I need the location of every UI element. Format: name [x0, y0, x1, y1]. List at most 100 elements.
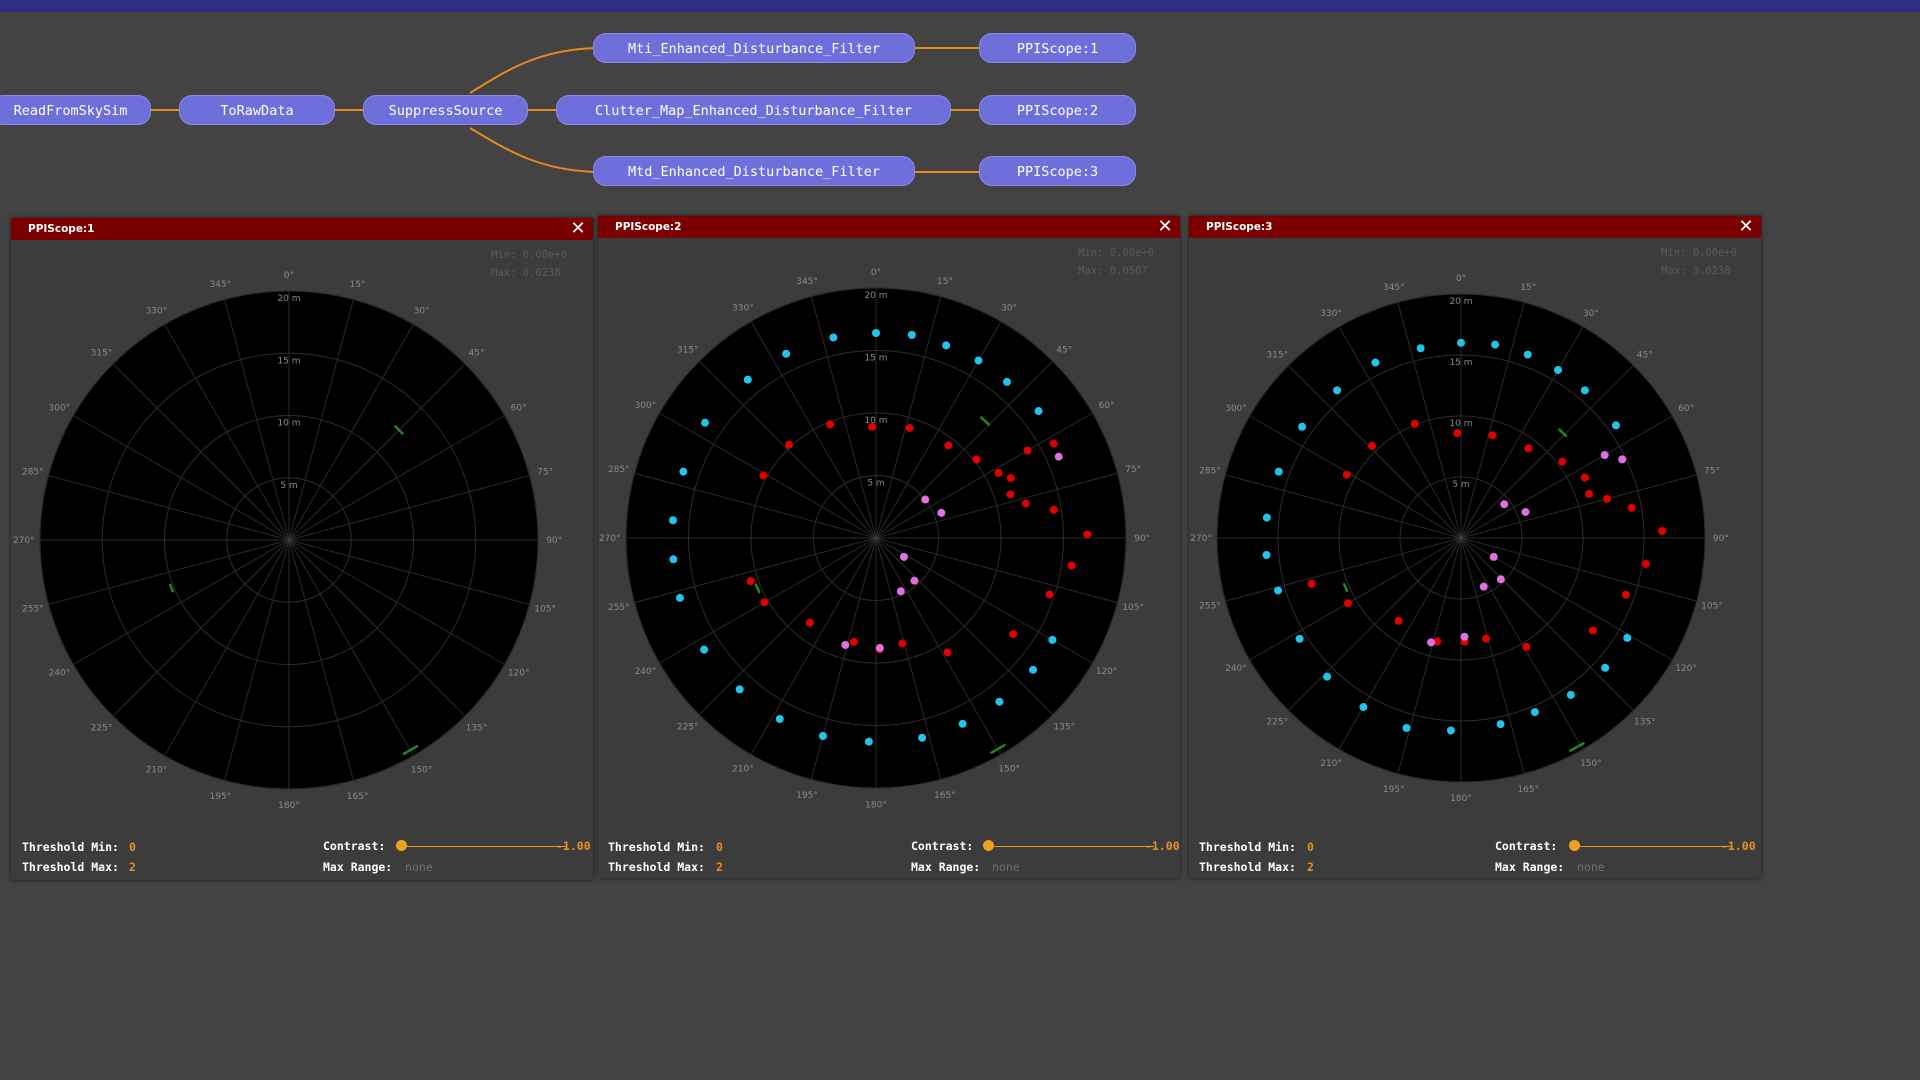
target-cyan	[1359, 703, 1368, 712]
threshold-min-value[interactable]: 0	[1307, 840, 1314, 854]
target-red	[1006, 474, 1015, 483]
target-cyan	[735, 685, 744, 694]
target-cyan	[942, 341, 951, 350]
azimuth-label: 285°	[22, 467, 44, 477]
contrast-slider-handle[interactable]	[983, 840, 994, 851]
max-range-value[interactable]: none	[992, 860, 1020, 874]
target-cyan	[1323, 672, 1332, 681]
target-red	[1343, 599, 1352, 608]
target-red	[1049, 439, 1058, 448]
target-magenta	[1500, 500, 1509, 509]
ppi-radar-display[interactable]: 5 m 10 m 15 m 20 m 0° 15° 30° 45° 60° 75° 90° 105° 1…	[11, 218, 593, 880]
node-to-raw-data[interactable]: ToRawData	[179, 95, 335, 125]
threshold-max-label: Threshold Max:	[608, 860, 705, 874]
target-cyan	[1416, 344, 1425, 353]
target-red	[1641, 559, 1650, 568]
range-label: 5 m	[867, 479, 884, 489]
ppi-radar-display[interactable]: 5 m 10 m 15 m 20 m 0° 15° 30° 45° 60° 75° 90° 105° 1…	[598, 216, 1180, 878]
azimuth-label: 0°	[284, 271, 294, 281]
target-red	[1049, 505, 1058, 514]
target-red	[785, 440, 794, 449]
threshold-max-value[interactable]: 2	[1307, 860, 1314, 874]
range-label: 20 m	[1449, 297, 1472, 307]
azimuth-label: 105°	[534, 605, 556, 615]
contrast-slider-handle[interactable]	[396, 840, 407, 851]
azimuth-label: 240°	[635, 667, 657, 677]
azimuth-label: 225°	[91, 724, 113, 734]
node-clutter-map-filter[interactable]: Clutter_Map_Enhanced_Disturbance_Filter	[556, 95, 951, 125]
target-cyan	[1580, 386, 1589, 395]
threshold-min-value[interactable]: 0	[129, 840, 136, 854]
azimuth-label: 345°	[1383, 283, 1405, 293]
target-magenta	[1600, 451, 1609, 460]
target-cyan	[958, 719, 967, 728]
azimuth-label: 15°	[1520, 283, 1536, 293]
azimuth-label: 30°	[1001, 303, 1017, 313]
azimuth-label: 60°	[1099, 401, 1115, 411]
target-magenta	[1427, 638, 1436, 647]
target-red	[905, 424, 914, 433]
threshold-min-label: Threshold Min:	[22, 840, 119, 854]
contrast-slider-handle[interactable]	[1569, 840, 1580, 851]
contrast-slider-track[interactable]	[402, 846, 567, 847]
target-cyan	[1496, 720, 1505, 729]
target-cyan	[1623, 633, 1632, 642]
target-magenta	[841, 640, 850, 649]
contrast-value: -1.00	[556, 839, 591, 853]
target-red	[1410, 419, 1419, 428]
node-read-from-skysim[interactable]: ReadFromSkySim	[0, 95, 151, 125]
target-red	[849, 637, 858, 646]
node-ppiscope-2[interactable]: PPIScope:2	[979, 95, 1136, 125]
azimuth-label: 90°	[1713, 534, 1729, 544]
max-range-label: Max Range:	[911, 860, 981, 874]
max-range-value[interactable]: none	[405, 860, 433, 874]
azimuth-label: 120°	[1675, 664, 1697, 674]
node-ppiscope-3[interactable]: PPIScope:3	[979, 156, 1136, 186]
target-red	[1342, 470, 1351, 479]
target-cyan	[1262, 551, 1271, 560]
target-red	[826, 420, 835, 429]
target-red	[1658, 526, 1667, 535]
contrast-slider-track[interactable]	[989, 846, 1154, 847]
azimuth-label: 255°	[1199, 601, 1221, 611]
azimuth-label: 165°	[347, 792, 369, 802]
target-cyan	[1457, 338, 1465, 347]
range-label: 15 m	[864, 354, 887, 364]
target-cyan	[1274, 586, 1283, 595]
target-magenta	[1479, 582, 1488, 591]
target-cyan	[1601, 663, 1610, 672]
threshold-max-value[interactable]: 2	[129, 860, 136, 874]
range-label: 15 m	[1449, 358, 1472, 368]
target-cyan	[829, 333, 838, 342]
node-ppiscope-1[interactable]: PPIScope:1	[979, 33, 1136, 63]
azimuth-label: 120°	[508, 669, 530, 679]
threshold-min-label: Threshold Min:	[608, 840, 705, 854]
threshold-max-value[interactable]: 2	[716, 860, 723, 874]
azimuth-label: 300°	[635, 401, 657, 411]
target-cyan	[1446, 726, 1455, 735]
node-mti-filter[interactable]: Mti_Enhanced_Disturbance_Filter	[593, 33, 915, 63]
ppi-radar-display[interactable]: 5 m 10 m 15 m 20 m 0° 15° 30° 45° 60° 75° 90° 105° 1…	[1189, 216, 1761, 878]
azimuth-label: 225°	[1266, 718, 1288, 728]
azimuth-label: 270°	[13, 536, 35, 546]
node-mtd-filter[interactable]: Mtd_Enhanced_Disturbance_Filter	[593, 156, 915, 186]
node-suppress-source[interactable]: SuppressSource	[363, 95, 528, 125]
azimuth-label: 135°	[1053, 722, 1075, 732]
target-red	[1588, 626, 1597, 635]
max-range-value[interactable]: none	[1577, 860, 1605, 874]
azimuth-label: 315°	[677, 346, 699, 356]
azimuth-label: 255°	[608, 603, 630, 613]
edge-suppress-mtd	[469, 127, 596, 173]
azimuth-label: 165°	[934, 791, 956, 801]
target-cyan	[818, 732, 827, 741]
target-cyan	[974, 356, 983, 365]
range-label: 20 m	[277, 294, 300, 304]
threshold-min-value[interactable]: 0	[716, 840, 723, 854]
contrast-slider-track[interactable]	[1574, 846, 1732, 847]
range-label: 10 m	[1449, 419, 1472, 429]
azimuth-label: 120°	[1096, 667, 1118, 677]
target-cyan	[1274, 467, 1283, 476]
target-red	[805, 618, 814, 627]
radar-center	[874, 536, 878, 540]
target-cyan	[669, 555, 678, 564]
